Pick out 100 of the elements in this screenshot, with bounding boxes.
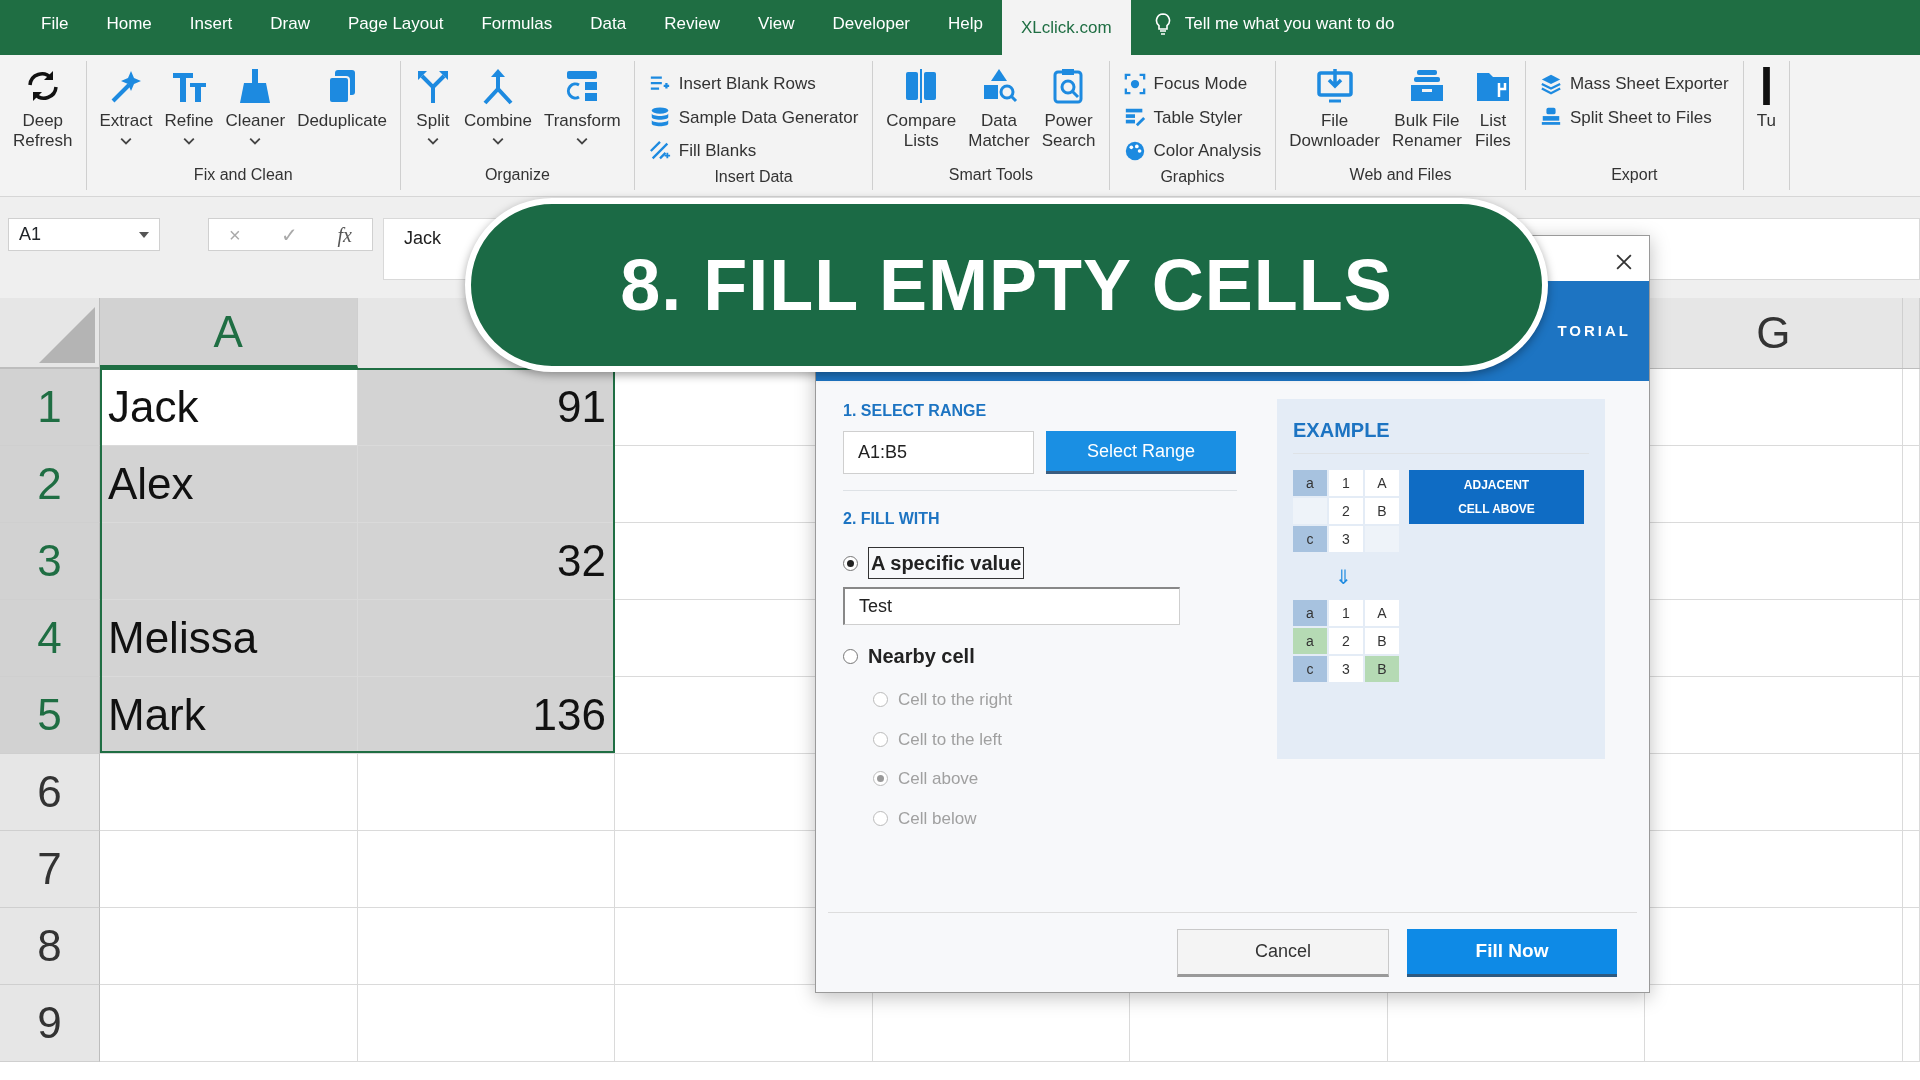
table-cell[interactable] — [357, 754, 615, 831]
table-cell[interactable] — [357, 831, 615, 908]
table-cell[interactable]: Mark — [100, 677, 358, 754]
table-cell[interactable]: 32 — [357, 523, 615, 600]
ribbon-button[interactable]: File Downloader — [1286, 67, 1383, 164]
ribbon-button[interactable]: Power Search — [1038, 67, 1099, 164]
table-cell[interactable] — [1902, 369, 1920, 446]
ribbon-button[interactable]: Data Matcher — [965, 67, 1033, 164]
ribbon-button[interactable]: Transform — [540, 67, 624, 164]
row-header[interactable]: 6 — [0, 754, 100, 831]
select-all-icon[interactable] — [39, 307, 95, 363]
cancel-button[interactable]: Cancel — [1177, 928, 1389, 977]
caret-icon — [120, 137, 132, 145]
ribbon-button[interactable]: Refine — [161, 67, 217, 164]
ribbon-button[interactable]: Insert Blank Rows — [644, 69, 863, 99]
row-header[interactable]: 3 — [0, 523, 100, 600]
row-header[interactable]: 8 — [0, 908, 100, 985]
caret-icon — [249, 137, 262, 145]
ribbon-tab[interactable]: Draw — [251, 0, 329, 47]
table-cell[interactable]: 136 — [357, 677, 615, 754]
ribbon-button[interactable]: Deduplicate — [294, 67, 390, 164]
row-header[interactable]: 9 — [0, 985, 100, 1062]
name-box[interactable]: A1 — [8, 218, 160, 251]
function-icon[interactable]: fx — [337, 219, 352, 250]
example-cell: 3 — [1329, 526, 1363, 552]
table-cell[interactable] — [357, 446, 615, 523]
table-cell[interactable] — [1902, 831, 1920, 908]
ribbon-tab[interactable]: View — [738, 0, 814, 47]
ribbon-tab[interactable]: Formulas — [462, 0, 572, 47]
ribbon-button[interactable]: Table Styler — [1119, 102, 1266, 132]
example-cell: A — [1365, 470, 1399, 496]
radio-button[interactable] — [843, 648, 858, 664]
ribbon-tab[interactable]: Insert — [170, 0, 252, 47]
table-cell[interactable] — [1902, 446, 1920, 523]
table-cell[interactable] — [1902, 754, 1920, 831]
ribbon-button[interactable]: Cleaner — [222, 67, 289, 164]
group-label: Web and Files — [1348, 165, 1453, 185]
table-cell[interactable] — [357, 985, 615, 1062]
table-cell[interactable] — [1902, 985, 1920, 1062]
diagonal-lines-icon — [648, 139, 671, 162]
example-cell: c — [1293, 656, 1327, 682]
ribbon-button[interactable]: Focus Mode — [1119, 69, 1266, 99]
row-header[interactable]: 2 — [0, 446, 100, 523]
table-cell[interactable] — [100, 985, 358, 1062]
table-cell[interactable] — [100, 523, 358, 600]
table-cell[interactable]: Alex — [100, 446, 358, 523]
group-label: Graphics — [1159, 166, 1226, 187]
group-label: Insert Data — [713, 166, 794, 187]
table-cell[interactable] — [1902, 677, 1920, 754]
range-field[interactable]: A1:B5 — [843, 431, 1034, 474]
ribbon-tab[interactable]: Page Layout — [328, 0, 463, 47]
caret-icon — [426, 137, 439, 145]
table-cell[interactable] — [100, 908, 358, 985]
ribbon-tab[interactable]: Help — [929, 0, 1002, 47]
ribbon-tab[interactable]: Review — [645, 0, 739, 47]
value-field[interactable]: Test — [843, 587, 1180, 625]
table-cell[interactable] — [357, 600, 615, 677]
ribbon-button[interactable]: List Files — [1470, 67, 1515, 164]
ribbon-button[interactable]: Extract — [96, 67, 156, 164]
row-header[interactable]: 1 — [0, 369, 100, 446]
table-cell[interactable] — [1902, 523, 1920, 600]
ribbon-button[interactable]: Bulk File Renamer — [1389, 67, 1465, 164]
row-header[interactable]: 4 — [0, 600, 100, 677]
ribbon-button[interactable]: Split Sheet to Files — [1535, 102, 1733, 132]
table-cell[interactable]: 91 — [357, 369, 615, 446]
ribbon-button[interactable]: Color Analysis — [1119, 136, 1266, 166]
example-title: EXAMPLE — [1293, 415, 1589, 454]
radio-button[interactable] — [843, 555, 858, 571]
search-prompt[interactable]: Tell me what you want to do — [1184, 10, 1395, 37]
ribbon-button[interactable]: Deep Refresh — [10, 67, 76, 164]
table-cell[interactable] — [1902, 600, 1920, 677]
table-cell[interactable]: Jack — [100, 369, 358, 446]
row-header[interactable]: 5 — [0, 677, 100, 754]
group-label: Smart Tools — [947, 165, 1035, 185]
column-header[interactable]: A — [100, 298, 358, 368]
table-cell[interactable]: Melissa — [100, 600, 358, 677]
ribbon-button[interactable]: Tu — [1753, 67, 1779, 164]
radio-option[interactable]: A specific value — [843, 547, 1237, 579]
ribbon-button[interactable]: Compare Lists — [883, 67, 960, 164]
ribbon-button[interactable]: Sample Data Generator — [644, 102, 863, 132]
ribbon-tab[interactable]: File — [22, 0, 88, 47]
ribbon-tab[interactable]: Developer — [813, 0, 929, 47]
fill-now-button[interactable]: Fill Now — [1407, 928, 1617, 977]
table-cell[interactable] — [1902, 908, 1920, 985]
ribbon-button[interactable]: Combine — [460, 67, 535, 164]
dropdown-icon[interactable] — [139, 231, 149, 238]
ribbon-button[interactable]: Split — [410, 67, 455, 164]
radio-option[interactable]: Nearby cell — [843, 641, 1237, 671]
example-cell: B — [1365, 628, 1399, 654]
row-header[interactable]: 7 — [0, 831, 100, 908]
ribbon-tab[interactable]: XLclick.com — [1002, 0, 1131, 55]
ribbon-button[interactable]: Fill Blanks — [644, 136, 863, 166]
table-cell[interactable] — [100, 831, 358, 908]
caret-icon — [576, 137, 589, 145]
table-cell[interactable] — [100, 754, 358, 831]
ribbon-button[interactable]: Mass Sheet Exporter — [1535, 69, 1733, 99]
example-cell: a — [1293, 600, 1327, 626]
table-cell[interactable] — [357, 908, 615, 985]
ribbon-tab[interactable]: Home — [87, 0, 171, 47]
ribbon-tab[interactable]: Data — [571, 0, 646, 47]
